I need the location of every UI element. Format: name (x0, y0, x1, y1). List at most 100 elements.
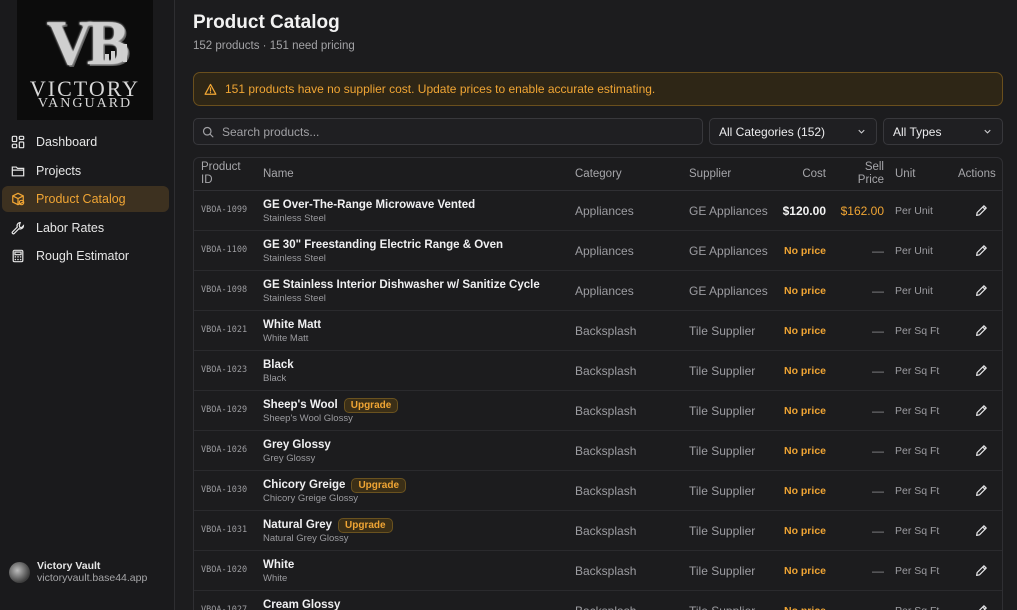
product-variant: Grey Glossy (263, 453, 316, 464)
edit-button[interactable] (975, 244, 989, 258)
header-label: Price (857, 174, 884, 186)
product-id: VBOA-1031 (201, 525, 248, 535)
product-name: Natural Grey (263, 519, 333, 531)
sidebar-item-labor-rates[interactable]: Labor Rates (2, 215, 169, 241)
search-box[interactable] (193, 118, 703, 145)
header-sell-price[interactable]: Sell Price (858, 161, 884, 187)
category-select[interactable]: All Categories (152) (709, 118, 877, 145)
product-unit: Per Sq Ft (895, 325, 940, 337)
product-name: Grey Glossy (263, 439, 331, 451)
product-category: Backsplash (575, 524, 637, 538)
product-cost: No price (783, 365, 826, 377)
product-variant: Black (263, 373, 287, 384)
type-select-value: All Types (893, 124, 942, 139)
product-unit: Per Sq Ft (895, 405, 940, 417)
product-unit: Per Sq Ft (895, 365, 940, 377)
product-name-cell: GE Stainless Interior Dishwasher w/ Sani… (263, 278, 573, 304)
product-sell-price: — (872, 524, 884, 538)
edit-button[interactable] (975, 324, 989, 338)
type-select[interactable]: All Types (883, 118, 1003, 145)
table-body: VBOA-1099 GE Over-The-Range Microwave Ven… (194, 191, 1002, 610)
product-name-cell: Chicory Greige Upgrade Chicory Greige Glos… (263, 477, 573, 504)
product-name-cell: Black Black (263, 358, 573, 384)
product-supplier: GE Appliances (689, 244, 768, 258)
search-input[interactable] (222, 124, 682, 139)
sidebar-item-rough-estimator[interactable]: Rough Estimator (2, 243, 169, 269)
edit-button[interactable] (975, 204, 989, 218)
folder-icon (11, 164, 25, 178)
edit-button[interactable] (975, 444, 989, 458)
user-profile[interactable]: Victory Vault victoryvault.base44.app (9, 560, 147, 584)
category-select-value: All Categories (152) (719, 124, 826, 139)
table-row[interactable]: VBOA-1099 GE Over-The-Range Microwave Ven… (194, 191, 1002, 231)
pencil-icon (975, 525, 988, 540)
product-category: Backsplash (575, 444, 637, 458)
product-unit: Per Unit (895, 205, 933, 217)
sidebar-item-dashboard[interactable]: Dashboard (2, 129, 169, 155)
sidebar-item-projects[interactable]: Projects (2, 158, 169, 184)
table-row[interactable]: VBOA-1031 Natural Grey Upgrade Natural Grey… (194, 511, 1002, 551)
header-cost[interactable]: Cost (802, 168, 826, 181)
edit-button[interactable] (975, 524, 989, 538)
product-variant: Stainless Steel (263, 213, 326, 224)
sidebar-nav: Dashboard Projects Product Catalog Labor… (0, 129, 175, 272)
product-cost: No price (783, 445, 826, 457)
edit-button[interactable] (975, 404, 989, 418)
product-id: VBOA-1026 (201, 445, 248, 455)
product-name: GE 30" Freestanding Electric Range & Ove… (263, 239, 504, 251)
upgrade-badge: Upgrade (343, 397, 399, 413)
sidebar: VB VICTORY VANGUARD Dashboard Projects P… (0, 0, 175, 610)
product-name-cell: GE 30" Freestanding Electric Range & Ove… (263, 238, 573, 264)
chart-bars-icon (105, 44, 127, 62)
product-unit: Per Sq Ft (895, 605, 939, 610)
sidebar-item-product-catalog[interactable]: Product Catalog (2, 186, 169, 212)
table-row[interactable]: VBOA-1098 GE Stainless Interior Dishwashe… (194, 271, 1002, 311)
product-supplier: Tile Supplier (689, 564, 756, 578)
edit-button[interactable] (975, 364, 989, 378)
table-row[interactable]: VBOA-1026 Grey Glossy Grey Glossy Backsplas… (194, 431, 1002, 471)
product-supplier: Tile Supplier (689, 444, 756, 458)
product-category: Backsplash (575, 564, 637, 578)
product-sell-price: $162.00 (840, 204, 884, 218)
product-category: Backsplash (575, 324, 637, 338)
product-variant: Chicory Greige Glossy (263, 493, 359, 504)
product-name: Chicory Greige (263, 479, 346, 491)
table-row[interactable]: VBOA-1029 Sheep's Wool Upgrade Sheep's Wool… (194, 391, 1002, 431)
table-row[interactable]: VBOA-1027 Cream GlossyCream GlossyBackspl… (194, 591, 1002, 610)
product-id: VBOA-1027 (201, 605, 248, 610)
edit-button[interactable] (975, 604, 989, 610)
edit-button[interactable] (975, 564, 989, 578)
header-product-id[interactable]: Product ID (201, 161, 241, 187)
brand-logo[interactable]: VB VICTORY VANGUARD (17, 0, 153, 120)
header-unit[interactable]: Unit (895, 168, 915, 181)
header-name[interactable]: Name (263, 168, 294, 181)
product-id: VBOA-1099 (201, 205, 248, 215)
edit-button[interactable] (975, 484, 989, 498)
user-name: Victory Vault (37, 560, 101, 572)
product-id: VBOA-1021 (201, 325, 248, 335)
edit-button[interactable] (975, 284, 989, 298)
table-header: Product ID Name Category Supplier Cost S… (194, 158, 1002, 191)
sidebar-item-label: Labor Rates (36, 220, 105, 235)
product-category: Backsplash (575, 604, 636, 610)
product-cost: No price (784, 605, 826, 610)
page-subtitle: 152 products · 151 need pricing (193, 40, 355, 52)
header-supplier[interactable]: Supplier (689, 168, 731, 181)
table-row[interactable]: VBOA-1023 Black Black Backsplash Tile Suppli… (194, 351, 1002, 391)
table-row[interactable]: VBOA-1030 Chicory Greige Upgrade Chicory Gr… (194, 471, 1002, 511)
table-row[interactable]: VBOA-1100 GE 30" Freestanding Electric Ra… (194, 231, 1002, 271)
pencil-icon (975, 365, 988, 380)
table-row[interactable]: VBOA-1020 White White Backsplash Tile Suppli… (194, 551, 1002, 591)
logo-word-vanguard: VANGUARD (37, 96, 133, 111)
product-category: Backsplash (575, 404, 637, 418)
product-supplier: Tile Supplier (689, 524, 756, 538)
header-category[interactable]: Category (575, 168, 622, 181)
product-name-cell: White White (263, 558, 573, 584)
product-name: White (263, 559, 295, 571)
product-unit: Per Sq Ft (895, 445, 940, 457)
warning-icon (204, 83, 217, 96)
pencil-icon (975, 485, 988, 500)
product-cost: No price (783, 285, 826, 297)
product-supplier: Tile Supplier (689, 364, 756, 378)
table-row[interactable]: VBOA-1021 White Matt White Matt Backsplash T… (194, 311, 1002, 351)
